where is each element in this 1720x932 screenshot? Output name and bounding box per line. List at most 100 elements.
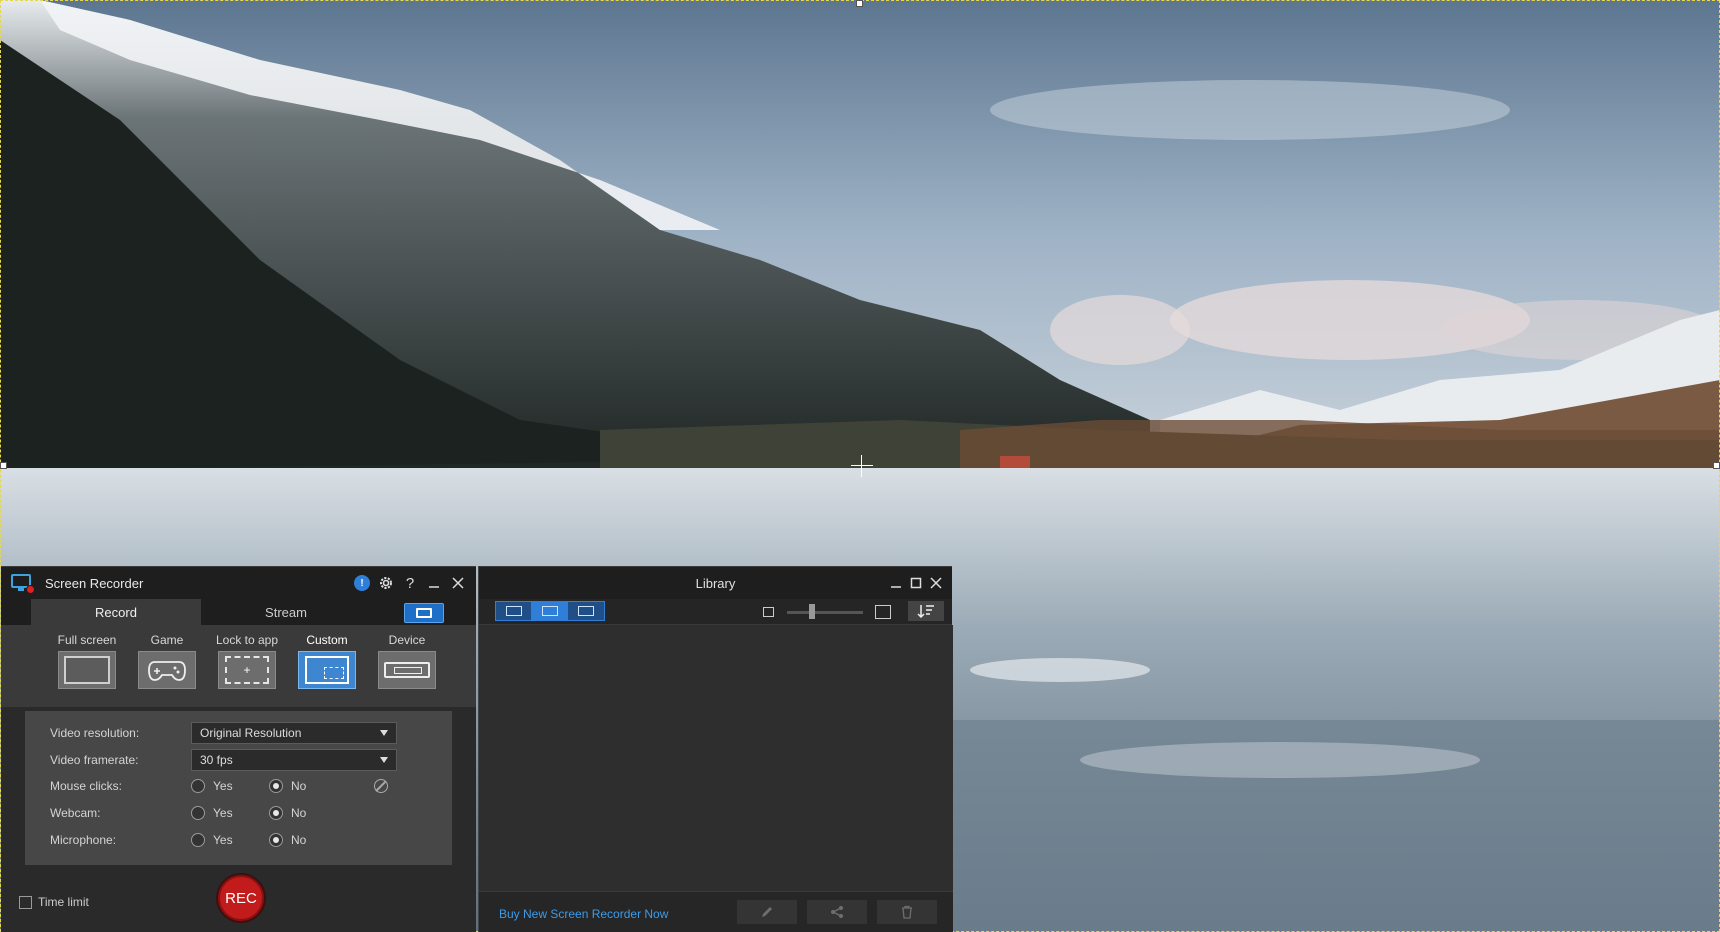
close-icon bbox=[930, 577, 942, 589]
chevron-down-icon bbox=[380, 757, 388, 763]
thumbnail-size-slider-handle[interactable] bbox=[809, 604, 815, 619]
mode-label: Device bbox=[388, 633, 426, 647]
capture-mode-bar: Full screen Game Lock to app + Custom De… bbox=[1, 625, 476, 707]
tab-stream[interactable]: Stream bbox=[201, 599, 371, 625]
library-minimize-button[interactable] bbox=[886, 573, 906, 593]
webcam-row: Webcam: Yes No bbox=[50, 802, 347, 824]
video-resolution-value: Original Resolution bbox=[200, 726, 302, 740]
minimize-icon bbox=[429, 586, 439, 588]
resize-handle-right[interactable] bbox=[1713, 462, 1720, 469]
sort-icon bbox=[917, 605, 934, 618]
video-resolution-dropdown[interactable]: Original Resolution bbox=[191, 722, 397, 744]
library-maximize-button[interactable] bbox=[906, 573, 926, 593]
device-icon bbox=[384, 662, 430, 678]
tab-record[interactable]: Record bbox=[31, 599, 201, 625]
mode-label: Custom bbox=[306, 633, 348, 647]
webcam-no[interactable]: No bbox=[269, 806, 347, 820]
library-toolbar bbox=[479, 599, 952, 625]
help-button[interactable]: ? bbox=[400, 573, 420, 593]
custom-region-icon bbox=[305, 656, 349, 684]
time-limit-checkbox[interactable] bbox=[19, 895, 32, 909]
screen-icon bbox=[416, 608, 432, 618]
webcam-yes[interactable]: Yes bbox=[191, 806, 269, 820]
microphone-row: Microphone: Yes No bbox=[50, 829, 347, 851]
library-view-switch bbox=[495, 601, 605, 621]
radio-button[interactable] bbox=[269, 779, 283, 793]
video-framerate-dropdown[interactable]: 30 fps bbox=[191, 749, 397, 771]
mode-lock-to-app: Lock to app + bbox=[207, 633, 287, 707]
full-screen-icon bbox=[64, 656, 110, 684]
mouse-clicks-no[interactable]: No bbox=[269, 779, 347, 793]
close-button[interactable] bbox=[448, 573, 468, 593]
video-resolution-label: Video resolution: bbox=[50, 726, 140, 740]
mode-label: Lock to app bbox=[215, 633, 279, 647]
microphone-no[interactable]: No bbox=[269, 833, 347, 847]
radio-button[interactable] bbox=[269, 833, 283, 847]
capture-view-button[interactable] bbox=[496, 602, 532, 620]
video-framerate-label: Video framerate: bbox=[50, 753, 139, 767]
screen-recorder-window: Screen Recorder ! ? Record Stream Full s… bbox=[1, 566, 476, 932]
sort-button[interactable] bbox=[908, 601, 944, 621]
thumbnail-large-icon[interactable] bbox=[875, 605, 891, 619]
maximize-icon bbox=[910, 577, 922, 589]
mini-mode-button[interactable] bbox=[404, 603, 444, 623]
library-close-button[interactable] bbox=[926, 573, 946, 593]
notification-icon: ! bbox=[354, 575, 370, 591]
gamepad-icon bbox=[148, 661, 186, 681]
video-view-icon bbox=[541, 606, 558, 616]
buy-now-link[interactable]: Buy New Screen Recorder Now bbox=[499, 907, 668, 921]
game-button[interactable] bbox=[138, 651, 196, 689]
mode-device: Device bbox=[367, 633, 447, 707]
mode-label: Full screen bbox=[57, 633, 117, 647]
image-view-button[interactable] bbox=[568, 602, 604, 620]
radio-button[interactable] bbox=[269, 806, 283, 820]
screen-recorder-app-icon bbox=[9, 572, 35, 594]
minimize-button[interactable] bbox=[424, 573, 444, 593]
recorder-titlebar[interactable]: Screen Recorder ! ? bbox=[1, 567, 476, 599]
recorder-title: Screen Recorder bbox=[45, 575, 144, 591]
radio-button[interactable] bbox=[191, 833, 205, 847]
thumbnail-small-icon[interactable] bbox=[763, 607, 774, 617]
library-footer: Buy New Screen Recorder Now bbox=[479, 891, 953, 932]
microphone-label: Microphone: bbox=[50, 833, 117, 847]
library-window: Library Buy New Screen Recorder Now bbox=[478, 566, 953, 932]
minimize-icon bbox=[891, 586, 901, 588]
device-button[interactable] bbox=[378, 651, 436, 689]
full-screen-button[interactable] bbox=[58, 651, 116, 689]
resize-handle-top[interactable] bbox=[856, 0, 863, 7]
custom-button[interactable] bbox=[298, 651, 356, 689]
radio-label: No bbox=[291, 833, 307, 847]
microphone-yes[interactable]: Yes bbox=[191, 833, 269, 847]
radio-label: Yes bbox=[213, 779, 233, 793]
settings-button[interactable] bbox=[376, 573, 396, 593]
mouse-clicks-yes[interactable]: Yes bbox=[191, 779, 269, 793]
mouse-clicks-row: Mouse clicks: Yes No bbox=[50, 775, 388, 797]
share-button[interactable] bbox=[807, 900, 867, 924]
library-titlebar[interactable]: Library bbox=[479, 567, 952, 599]
radio-button[interactable] bbox=[191, 779, 205, 793]
record-footer: Time limit REC bbox=[1, 865, 476, 932]
capture-view-icon bbox=[505, 606, 522, 616]
video-resolution-row: Video resolution: Original Resolution bbox=[50, 722, 397, 744]
share-icon bbox=[831, 906, 843, 918]
radio-label: No bbox=[291, 779, 307, 793]
resize-handle-left[interactable] bbox=[0, 462, 7, 469]
radio-button[interactable] bbox=[191, 806, 205, 820]
library-window-controls bbox=[886, 573, 946, 593]
mouse-click-effect-disabled-icon[interactable] bbox=[374, 779, 388, 793]
thumbnail-size-slider[interactable] bbox=[787, 611, 863, 614]
edit-button[interactable] bbox=[737, 900, 797, 924]
library-content-area[interactable] bbox=[479, 625, 953, 891]
library-title: Library bbox=[695, 575, 736, 591]
notification-button[interactable]: ! bbox=[352, 573, 372, 593]
time-limit-option[interactable]: Time limit bbox=[19, 895, 89, 909]
rec-button[interactable]: REC bbox=[218, 875, 264, 921]
custom-settings-panel: Video resolution: Original Resolution Vi… bbox=[25, 711, 452, 865]
lock-to-app-button[interactable]: + bbox=[218, 651, 276, 689]
video-view-button[interactable] bbox=[532, 602, 568, 620]
video-framerate-row: Video framerate: 30 fps bbox=[50, 749, 397, 771]
close-icon bbox=[452, 577, 464, 589]
edit-icon bbox=[762, 907, 772, 917]
mode-label: Game bbox=[150, 633, 184, 647]
delete-button[interactable] bbox=[877, 900, 937, 924]
